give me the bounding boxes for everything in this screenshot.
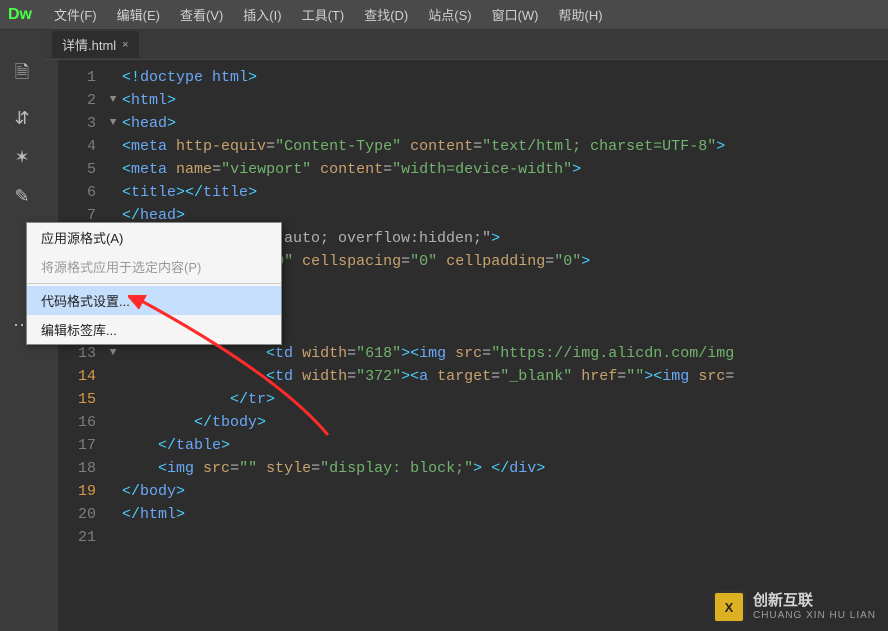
menu-item[interactable]: 编辑(E) — [107, 0, 170, 29]
context-menu-item: 将源格式应用于选定内容(P) — [27, 252, 281, 281]
line-number: 2 — [58, 89, 96, 112]
line-number: 4 — [58, 135, 96, 158]
watermark-logo: X — [713, 591, 745, 623]
code-line — [122, 526, 734, 549]
editor-mini-gutter — [44, 60, 58, 631]
line-number: 16 — [58, 411, 96, 434]
context-menu-item[interactable]: 代码格式设置... — [27, 286, 281, 315]
code-line: <head> — [122, 112, 734, 135]
line-number: 18 — [58, 457, 96, 480]
fold-marker-icon: ▼ — [104, 89, 122, 112]
code-line: <img src="" style="display: block;"> </d… — [122, 457, 734, 480]
close-icon[interactable]: × — [122, 39, 128, 51]
code-editor[interactable]: 123456789101112131415161718192021 ▼▼▼▼▼▼… — [44, 60, 888, 631]
code-line: </tr> — [122, 388, 734, 411]
code-line: </body> — [122, 480, 734, 503]
context-menu: 应用源格式(A)将源格式应用于选定内容(P) 代码格式设置...编辑标签库... — [26, 222, 282, 345]
fold-marker-icon: ▼ — [104, 342, 122, 365]
watermark: X 创新互联 CHUANG XIN HU LIAN — [713, 591, 876, 623]
line-number: 5 — [58, 158, 96, 181]
watermark-en: CHUANG XIN HU LIAN — [753, 610, 876, 621]
tab-details-html[interactable]: 详情.html × — [52, 31, 139, 58]
fold-marker-icon: ▼ — [104, 112, 122, 135]
app-logo: Dw — [8, 6, 32, 24]
line-number: 13 — [58, 342, 96, 365]
code-line: <meta http-equiv="Content-Type" content=… — [122, 135, 734, 158]
menu-item[interactable]: 窗口(W) — [482, 0, 549, 29]
menu-item[interactable]: 文件(F) — [44, 0, 107, 29]
code-line: <!doctype html> — [122, 66, 734, 89]
code-content[interactable]: <!doctype html><html><head><meta http-eq… — [122, 60, 734, 631]
line-number: 19 — [58, 480, 96, 503]
line-number-gutter: 123456789101112131415161718192021 — [58, 60, 104, 631]
wand-icon[interactable]: ✎ — [14, 186, 29, 207]
line-number: 20 — [58, 503, 96, 526]
code-line: <td width="618"><img src="https://img.al… — [122, 342, 734, 365]
tab-label: 详情.html — [62, 35, 116, 54]
menu-item[interactable]: 站点(S) — [418, 0, 481, 29]
menu-item[interactable]: 查找(D) — [354, 0, 418, 29]
watermark-cn: 创新互联 — [753, 593, 876, 610]
code-line: <td width="372"><a target="_blank" href=… — [122, 365, 734, 388]
line-number: 6 — [58, 181, 96, 204]
code-line: </tbody> — [122, 411, 734, 434]
line-number: 14 — [58, 365, 96, 388]
swap-icon[interactable]: ⇵ — [14, 108, 29, 129]
star-icon[interactable]: ✶ — [14, 147, 29, 168]
menu-bar: Dw 文件(F)编辑(E)查看(V)插入(I)工具(T)查找(D)站点(S)窗口… — [0, 0, 888, 30]
menu-item[interactable]: 查看(V) — [170, 0, 233, 29]
code-line: </table> — [122, 434, 734, 457]
code-line: <meta name="viewport" content="width=dev… — [122, 158, 734, 181]
context-menu-item[interactable]: 编辑标签库... — [27, 315, 281, 344]
fold-column: ▼▼▼▼▼▼ — [104, 60, 122, 631]
line-number: 1 — [58, 66, 96, 89]
menu-separator — [27, 283, 281, 284]
line-number: 3 — [58, 112, 96, 135]
context-menu-item[interactable]: 应用源格式(A) — [27, 223, 281, 252]
menu-item[interactable]: 帮助(H) — [549, 0, 613, 29]
tab-bar: 详情.html × — [44, 30, 888, 60]
line-number: 15 — [58, 388, 96, 411]
menu-item[interactable]: 插入(I) — [233, 0, 291, 29]
menu-item[interactable]: 工具(T) — [292, 0, 355, 29]
code-line: <title></title> — [122, 181, 734, 204]
line-number: 17 — [58, 434, 96, 457]
code-line: </html> — [122, 503, 734, 526]
line-number: 21 — [58, 526, 96, 549]
new-file-icon[interactable]: 🗎 — [15, 60, 29, 90]
code-line: <html> — [122, 89, 734, 112]
